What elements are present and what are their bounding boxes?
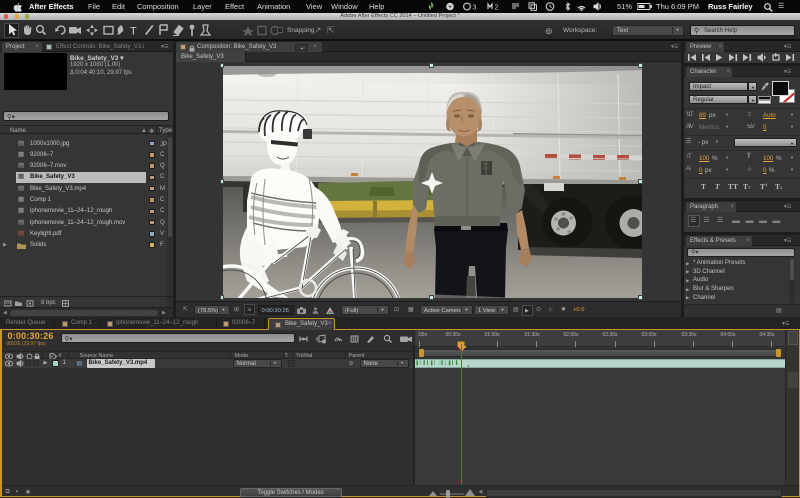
svg-text:2: 2: [495, 5, 499, 12]
svg-text:T: T: [130, 26, 137, 38]
svg-text:3: 3: [473, 5, 477, 12]
